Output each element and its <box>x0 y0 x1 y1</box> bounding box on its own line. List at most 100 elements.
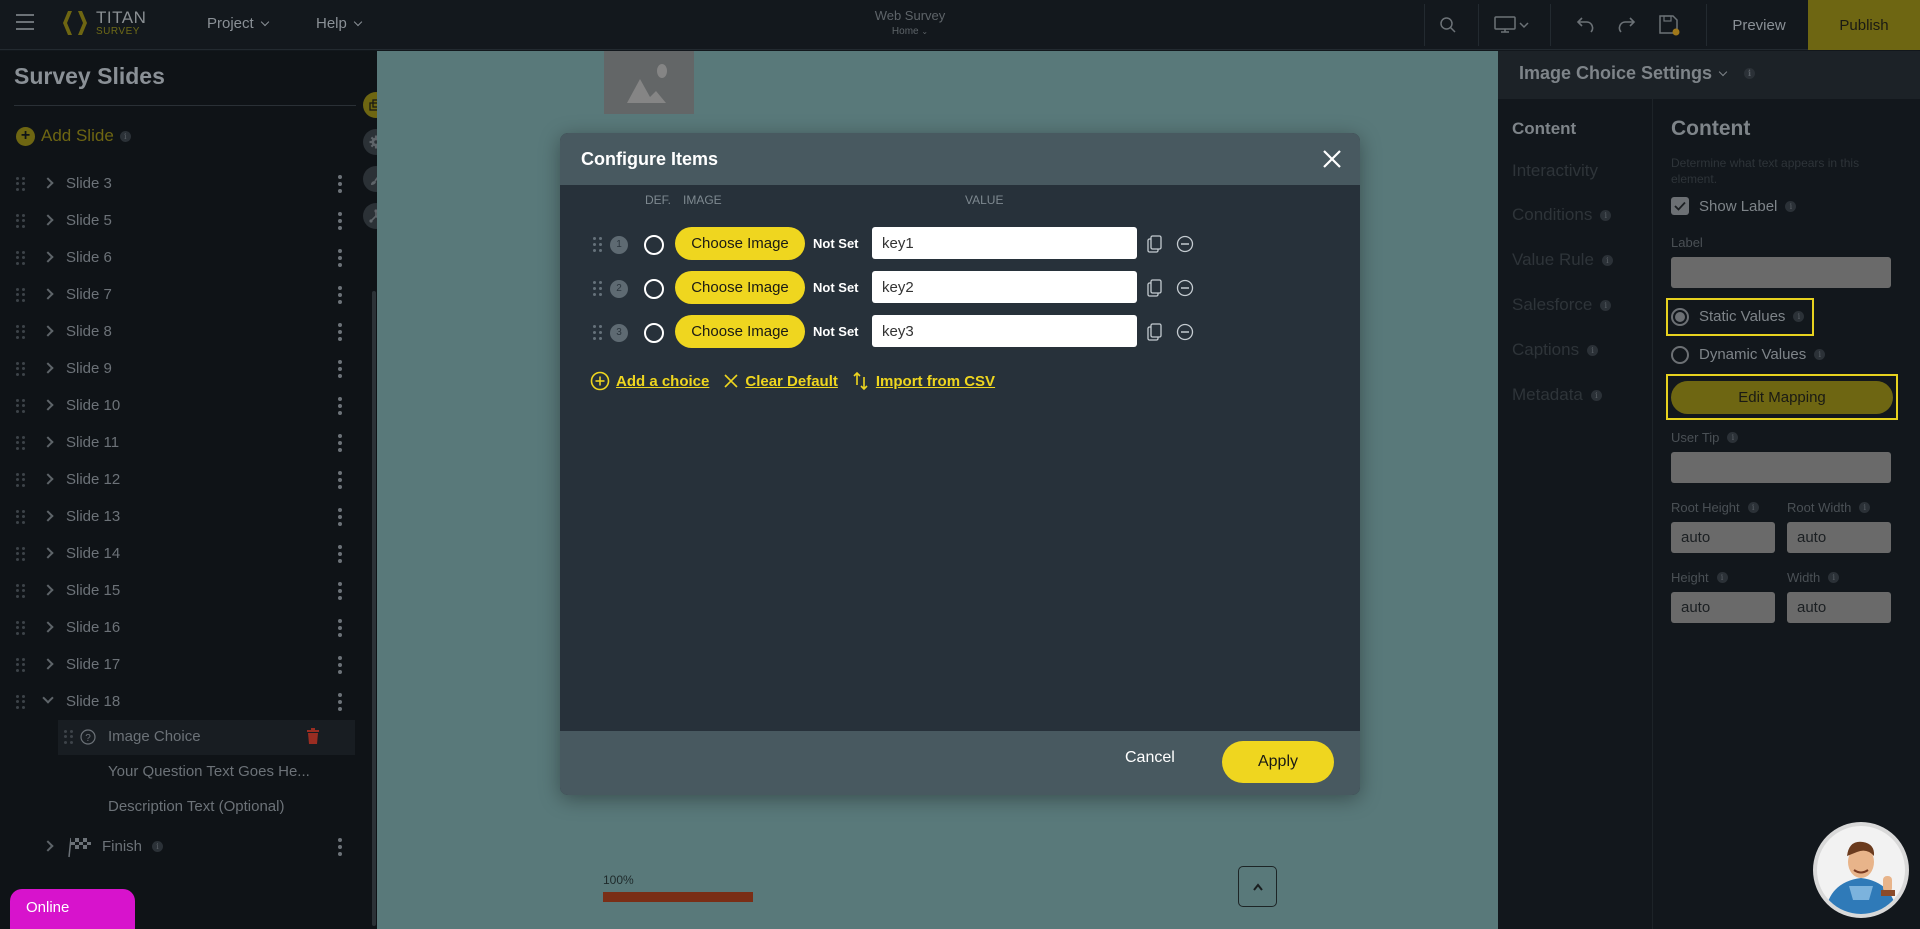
more-options-icon[interactable] <box>338 249 342 267</box>
redo-icon[interactable] <box>1614 12 1640 38</box>
drag-handle-icon[interactable] <box>16 177 26 191</box>
import-csv-link[interactable]: Import from CSV <box>852 371 995 391</box>
undo-icon[interactable] <box>1572 12 1598 38</box>
chevron-right-icon[interactable] <box>42 251 54 263</box>
info-icon[interactable]: i <box>1747 502 1759 513</box>
more-options-icon[interactable] <box>338 175 342 193</box>
slide-element-row[interactable]: Description Text (Optional) <box>0 790 360 825</box>
slide-row[interactable]: Slide 12 <box>0 461 360 498</box>
value-input[interactable] <box>872 271 1137 303</box>
drag-handle-icon[interactable] <box>16 251 26 265</box>
trash-icon[interactable] <box>306 728 320 745</box>
chevron-right-icon[interactable] <box>42 840 54 852</box>
drag-handle-icon[interactable] <box>16 325 26 339</box>
more-options-icon[interactable] <box>338 323 342 341</box>
user-tip-input[interactable] <box>1671 452 1891 483</box>
preview-button[interactable]: Preview <box>1710 0 1808 50</box>
info-icon[interactable]: i <box>1601 254 1613 266</box>
drag-handle-icon[interactable] <box>16 436 26 450</box>
show-label-checkbox[interactable] <box>1671 197 1689 215</box>
chevron-right-icon[interactable] <box>42 547 54 559</box>
settings-panel-title[interactable]: Image Choice Settings i <box>1519 63 1756 84</box>
slide-row-finish[interactable]: Finish i <box>0 828 360 865</box>
more-options-icon[interactable] <box>338 582 342 600</box>
menu-icon[interactable] <box>16 14 34 30</box>
copy-icon[interactable] <box>1147 323 1163 341</box>
more-options-icon[interactable] <box>338 656 342 674</box>
slide-element-row[interactable]: ? Image Choice <box>58 720 355 755</box>
settings-nav-captions[interactable]: Captions i <box>1512 340 1599 360</box>
more-options-icon[interactable] <box>338 212 342 230</box>
settings-nav-conditions[interactable]: Conditions i <box>1512 205 1612 225</box>
assistant-avatar[interactable] <box>1813 822 1909 918</box>
copy-icon[interactable] <box>1147 279 1163 297</box>
menu-help[interactable]: Help <box>316 15 363 32</box>
scroll-to-top-button[interactable] <box>1238 866 1277 907</box>
chevron-right-icon[interactable] <box>42 177 54 189</box>
clear-default-link[interactable]: Clear Default <box>723 373 838 390</box>
more-options-icon[interactable] <box>338 471 342 489</box>
more-options-icon[interactable] <box>338 619 342 637</box>
chevron-right-icon[interactable] <box>42 325 54 337</box>
more-options-icon[interactable] <box>338 360 342 378</box>
online-status-badge[interactable]: Online <box>10 889 135 929</box>
dynamic-values-radio[interactable] <box>1671 346 1689 364</box>
info-icon[interactable]: i <box>1859 502 1871 513</box>
slide-row[interactable]: Slide 8 <box>0 313 360 350</box>
info-icon[interactable]: i <box>1600 299 1612 311</box>
remove-circle-icon[interactable] <box>1176 279 1194 297</box>
drag-handle-icon[interactable] <box>16 621 26 635</box>
root-width-input[interactable]: auto <box>1787 522 1891 553</box>
more-options-icon[interactable] <box>338 508 342 526</box>
default-radio[interactable] <box>644 279 664 299</box>
drag-handle-icon[interactable] <box>64 730 74 744</box>
drag-handle-icon[interactable] <box>16 214 26 228</box>
slide-row[interactable]: Slide 3 <box>0 165 360 202</box>
chevron-right-icon[interactable] <box>42 288 54 300</box>
slide-row[interactable]: Slide 16 <box>0 609 360 646</box>
chevron-right-icon[interactable] <box>42 584 54 596</box>
settings-nav-metadata[interactable]: Metadata i <box>1512 385 1602 405</box>
more-options-icon[interactable] <box>338 434 342 452</box>
info-icon[interactable]: i <box>1785 201 1797 212</box>
drag-handle-icon[interactable] <box>16 695 26 709</box>
root-height-input[interactable]: auto <box>1671 522 1775 553</box>
info-icon[interactable]: i <box>119 130 131 142</box>
drag-handle-icon[interactable] <box>16 547 26 561</box>
width-input[interactable]: auto <box>1787 592 1891 623</box>
info-icon[interactable]: i <box>152 841 163 852</box>
slide-row[interactable]: Slide 17 <box>0 646 360 683</box>
drag-handle-icon[interactable] <box>593 237 603 253</box>
choose-image-button[interactable]: Choose Image <box>675 315 805 348</box>
drag-handle-icon[interactable] <box>16 658 26 672</box>
choose-image-button[interactable]: Choose Image <box>675 271 805 304</box>
more-options-icon[interactable] <box>338 545 342 563</box>
slide-row[interactable]: Slide 7 <box>0 276 360 313</box>
label-input[interactable] <box>1671 257 1891 288</box>
more-options-icon[interactable] <box>338 397 342 415</box>
slide-row[interactable]: Slide 15 <box>0 572 360 609</box>
info-icon[interactable]: i <box>1716 572 1728 583</box>
info-icon[interactable]: i <box>1727 432 1739 443</box>
default-radio[interactable] <box>644 323 664 343</box>
chevron-right-icon[interactable] <box>42 436 54 448</box>
drag-handle-icon[interactable] <box>16 584 26 598</box>
info-icon[interactable]: i <box>1814 349 1826 360</box>
settings-nav-interactivity[interactable]: Interactivity <box>1512 161 1598 181</box>
value-input[interactable] <box>872 315 1137 347</box>
chevron-right-icon[interactable] <box>42 473 54 485</box>
chevron-right-icon[interactable] <box>42 621 54 633</box>
slide-row[interactable]: Slide 6 <box>0 239 360 276</box>
slide-row[interactable]: Slide 5 <box>0 202 360 239</box>
chevron-right-icon[interactable] <box>42 214 54 226</box>
copy-icon[interactable] <box>1147 235 1163 253</box>
default-radio[interactable] <box>644 235 664 255</box>
remove-circle-icon[interactable] <box>1176 323 1194 341</box>
apply-button[interactable]: Apply <box>1222 741 1334 783</box>
drag-handle-icon[interactable] <box>16 399 26 413</box>
cancel-button[interactable]: Cancel <box>1125 749 1175 767</box>
settings-nav-content[interactable]: Content <box>1512 119 1576 139</box>
image-placeholder[interactable] <box>604 51 694 114</box>
save-icon[interactable] <box>1656 12 1682 38</box>
choose-image-button[interactable]: Choose Image <box>675 227 805 260</box>
